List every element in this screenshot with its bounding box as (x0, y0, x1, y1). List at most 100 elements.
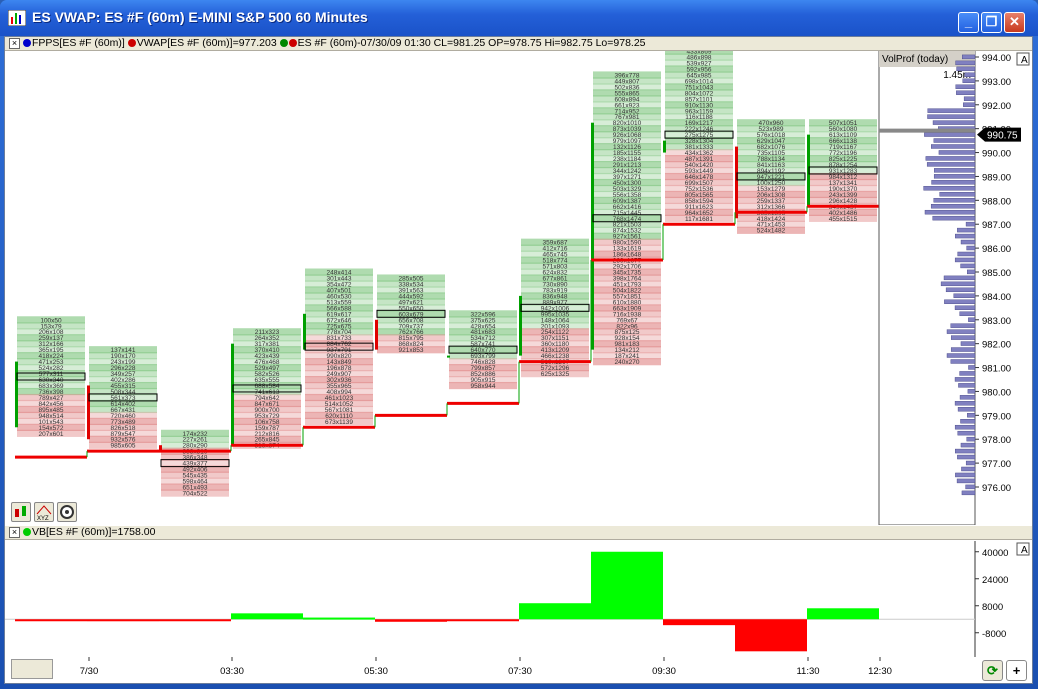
pointer-tool-icon[interactable] (11, 502, 31, 522)
price-tick-label: 989.00 (982, 172, 1011, 183)
volume-profile-bar (950, 359, 976, 364)
volume-plot-area[interactable] (5, 541, 975, 657)
footprint-cell-label: 240x270 (615, 359, 640, 366)
footprint-cell-label: 673x1139 (325, 419, 353, 426)
volume-bar (519, 603, 591, 620)
volume-bar (735, 619, 807, 652)
svg-text:XYZ: XYZ (37, 516, 49, 521)
volume-profile-bar (955, 60, 976, 66)
price-tick-label: 977.00 (982, 459, 1011, 470)
volume-profile-bar (950, 323, 976, 328)
volume-profile-bar (946, 329, 976, 334)
volume-profile-bar (932, 215, 976, 221)
footprint-cell-label: 985x605 (111, 443, 136, 450)
footprint-cell-label: 921x853 (399, 347, 424, 354)
footprint-cell-label: 958x944 (471, 383, 496, 390)
price-tick-label: 979.00 (982, 411, 1011, 422)
volume-profile-bar (965, 484, 976, 490)
legend-fpps: FPPS[ES #F (60m)] (32, 37, 125, 49)
chart-client-area: × FPPS[ES #F (60m)] VWAP[ES #F (60m)]=977… (4, 36, 1033, 684)
price-tick-label: 992.00 (982, 101, 1011, 112)
volume-profile-bar (957, 227, 976, 233)
time-tick-label: 09:30 (652, 666, 676, 677)
volume-profile-bar (968, 317, 976, 322)
volume-tick-label: 8000 (982, 602, 1003, 613)
legend-vb: VB[ES #F (60m)]=1758.00 (32, 526, 156, 538)
footprint-cell-label: 625x1325 (541, 371, 570, 378)
candle-body (447, 355, 450, 358)
scale-marker-label: A (1021, 55, 1028, 66)
price-tick-label: 993.00 (982, 77, 1011, 88)
time-tick-label: 11:30 (796, 666, 819, 677)
price-tick-label: 984.00 (982, 292, 1011, 303)
volume-profile-bar (959, 371, 976, 376)
volume-profile-bar (957, 251, 976, 257)
candle-body (735, 146, 738, 219)
volume-profile-bar (966, 245, 976, 251)
volume-profile-bar (960, 419, 976, 424)
volume-profile-label: VolProf (today) (882, 54, 948, 65)
volume-profile-bar (925, 156, 976, 161)
candle-body (663, 140, 666, 153)
volume-profile-bar (924, 209, 976, 215)
volume-profile-bar (955, 233, 976, 239)
volume-profile-bar (939, 192, 976, 197)
vwap-dot-icon (127, 39, 136, 48)
volume-profile-bar (930, 204, 976, 209)
footprint-cell-label: 117x1681 (685, 216, 713, 223)
volume-profile-bar (926, 162, 976, 167)
refresh-button[interactable]: ⟳ (982, 660, 1003, 681)
volume-profile-bar (927, 114, 976, 119)
volume-profile-bar (954, 305, 976, 310)
volume-profile-bar (954, 377, 976, 382)
volume-profile-bar (960, 263, 976, 269)
volume-profile-bar (933, 174, 976, 179)
window-title: ES VWAP: ES #F (60m) E-MINI S&P 500 60 M… (32, 9, 368, 25)
volume-profile-bar (940, 281, 976, 287)
chart-app-icon (8, 10, 26, 26)
volume-profile-bar (958, 383, 976, 388)
volume-profile-bar (923, 186, 976, 191)
price-tick-label: 978.00 (982, 435, 1011, 446)
vb-dot-icon (23, 528, 31, 537)
volume-profile-bar (960, 442, 976, 448)
volume-profile-bar (956, 478, 976, 484)
volume-profile-bar (961, 466, 976, 472)
volume-profile-bar (931, 144, 976, 149)
xyz-scale-icon[interactable]: XYZ (34, 502, 54, 522)
volume-profile-bar (927, 108, 976, 113)
volume-profile-bar (931, 180, 976, 185)
legend-price: ES #F (60m)-07/30/09 01:30 CL=981.25 OP=… (297, 37, 646, 49)
volume-bar (375, 619, 447, 622)
volume-profile-bar (951, 335, 976, 340)
volume-profile-bar (938, 150, 976, 155)
volume-profile-bar (955, 448, 976, 454)
price-tick-label: 988.00 (982, 196, 1011, 207)
restore-button[interactable]: ❐ (981, 12, 1002, 33)
volume-profile-bar (965, 221, 976, 227)
settings-gear-icon[interactable] (57, 502, 77, 522)
close-button[interactable]: ✕ (1004, 12, 1025, 33)
price-tick-label: 980.00 (982, 387, 1011, 398)
volume-tick-label: -8000 (982, 629, 1006, 640)
price-panel-header: × FPPS[ES #F (60m)] VWAP[ES #F (60m)]=977… (5, 37, 1032, 51)
footprint-cell-label: 524x1482 (757, 228, 786, 235)
volume-tick-label: 40000 (982, 548, 1008, 559)
volume-bar (231, 613, 303, 620)
volume-profile-bar (950, 347, 976, 352)
volume-chart[interactable]: 40000 24000 8000 -8000 A (5, 541, 1032, 657)
volume-profile-bar (944, 299, 976, 304)
close-volume-panel-icon[interactable]: × (9, 527, 20, 538)
volume-profile-bar (954, 401, 976, 406)
price-tick-label: 986.00 (982, 244, 1011, 255)
price-chart[interactable]: 994.00993.00992.00991.00990.00989.00988.… (5, 51, 1032, 525)
price-tick-label: 987.00 (982, 220, 1011, 231)
footprint-cell-label: 704x522 (183, 490, 208, 497)
title-bar[interactable]: ES VWAP: ES #F (60m) E-MINI S&P 500 60 M… (0, 0, 1038, 36)
minimize-button[interactable]: _ (958, 12, 979, 33)
volume-bar (303, 617, 375, 620)
time-tick-label: 07:30 (508, 666, 532, 677)
close-panel-icon[interactable]: × (9, 38, 20, 49)
add-button[interactable]: + (1006, 660, 1027, 681)
volume-profile-bar (943, 275, 976, 281)
